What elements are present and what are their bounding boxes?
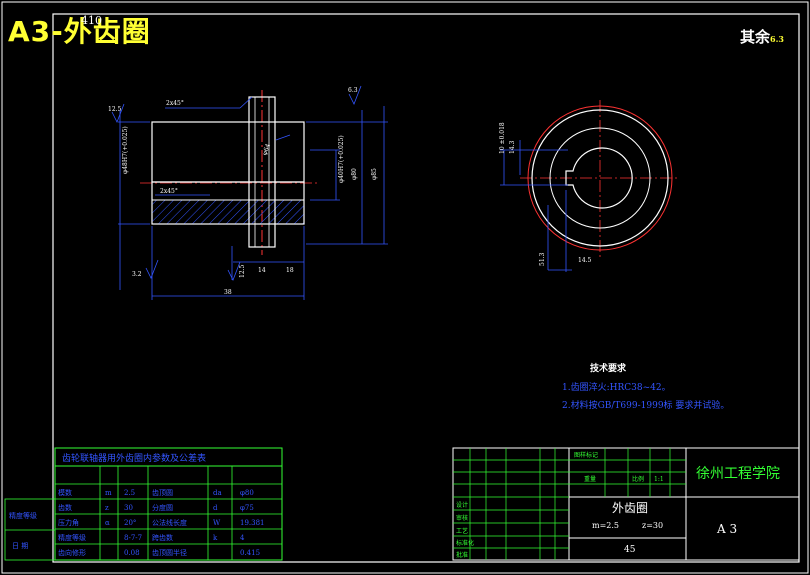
param-row-4-c3: 齿顶圆半径 xyxy=(152,548,187,557)
front-rough-bottom-mid: 12.5 xyxy=(239,264,246,278)
front-rough-left: 12.5 xyxy=(108,106,122,113)
param-row-2-c4: W xyxy=(213,519,221,527)
front-dim-bottom-1: 14 xyxy=(258,267,266,274)
outer-frame xyxy=(1,1,809,574)
title-block: 图样标记 重量 比例 1:1 设计 审核 工艺 标准化 批准 徐州工程学院 外齿… xyxy=(452,447,800,561)
front-rough-bottom-left: 3.2 xyxy=(132,271,142,278)
front-chamfer-top: 2x45° xyxy=(166,100,184,107)
tb-left-3: 标准化 xyxy=(456,539,474,547)
param-table: 齿轮联轴器用外齿圈内参数及公差表 模数 m 2.5 齿顶圆 da φ80 齿数 … xyxy=(4,447,283,561)
param-row-0-c2: 2.5 xyxy=(124,489,135,497)
param-row-4-c0: 齿向修形 xyxy=(58,548,86,557)
rest-label-text: 其余 xyxy=(740,28,771,46)
side-dim-keyway-width: 14.5 xyxy=(578,257,592,264)
tb-part-name: 外齿圈 xyxy=(612,501,648,515)
param-row-0-c5: φ80 xyxy=(240,489,254,497)
tb-header-3: 1:1 xyxy=(654,476,664,483)
tb-paper-size: A 3 xyxy=(716,522,737,536)
side-dim-keyway-depth: 51.3 xyxy=(539,252,546,266)
param-row-4-c5: 0.415 xyxy=(240,549,260,557)
front-chamfer-inner: 2x45° xyxy=(160,188,178,195)
param-row-0-c0: 模数 xyxy=(58,488,72,497)
param-side-label-1: 日 期 xyxy=(12,542,28,550)
front-dim-center: φ64 xyxy=(261,143,272,157)
tb-left-2: 工艺 xyxy=(456,527,468,535)
sheet-code: 410 xyxy=(81,14,102,27)
param-row-3-c2: 8-7-7 xyxy=(124,534,142,542)
param-row-0-c3: 齿顶圆 xyxy=(152,489,173,497)
tech-title: 技术要求 xyxy=(590,362,627,374)
side-dim-left-2: 14.3 xyxy=(509,140,516,154)
inner-frame xyxy=(52,13,800,563)
tb-header-1: 重量 xyxy=(584,475,596,483)
tb-header-0: 图样标记 xyxy=(574,451,598,459)
param-row-1-c1: z xyxy=(105,504,109,512)
tb-left-0: 设计 xyxy=(456,501,468,509)
front-body-upper xyxy=(151,121,305,183)
drawing-canvas: 2x45° 2x45° 12.5 6.3 3.2 12.5 14 18 38 φ… xyxy=(1,1,809,574)
front-rough-right: 6.3 xyxy=(348,87,358,94)
param-row-3-c4: k xyxy=(213,534,218,542)
param-row-3-c0: 精度等级 xyxy=(58,533,86,542)
param-row-1-c5: φ75 xyxy=(240,504,254,512)
param-row-1-c0: 齿数 xyxy=(58,503,72,512)
side-view: 10 ±0.018 14.3 51.3 14.5 xyxy=(499,100,680,272)
front-hatch xyxy=(151,199,305,225)
front-dim-total-width: 38 xyxy=(224,289,232,296)
front-dim-od-2: φ85 xyxy=(371,168,378,180)
rest-roughness-label: 其余6.3 xyxy=(740,26,784,47)
param-row-1-c4: d xyxy=(213,504,218,512)
param-row-4-c2: 0.08 xyxy=(124,549,140,557)
tb-left-1: 审核 xyxy=(456,514,468,522)
front-dim-od-1: φ80 xyxy=(351,168,358,180)
overlay-title: A3-外齿圈 xyxy=(8,15,151,48)
tb-school: 徐州工程学院 xyxy=(696,466,780,482)
param-row-0-c1: m xyxy=(105,489,112,497)
param-row-2-c3: 公法线长度 xyxy=(152,518,187,527)
param-row-3-c3: 跨齿数 xyxy=(152,533,173,542)
param-row-2-c1: α xyxy=(105,519,110,527)
tb-left-4: 批准 xyxy=(456,551,468,559)
tb-header-2: 比例 xyxy=(632,475,644,483)
front-dim-right-bore: φ40H7(+0.025) xyxy=(338,135,345,183)
param-row-0-c4: da xyxy=(213,489,222,497)
param-row-2-c0: 压力角 xyxy=(58,518,79,527)
param-row-3-c5: 4 xyxy=(240,534,245,542)
param-row-1-c2: 30 xyxy=(124,504,133,512)
param-row-1-c3: 分度圆 xyxy=(152,503,173,512)
tb-module: m=2.5 xyxy=(592,521,619,530)
tech-item-1: 1.齿圈淬火:HRC38~42。 xyxy=(562,381,671,393)
side-dim-left-1: 10 ±0.018 xyxy=(499,122,506,154)
param-table-title: 齿轮联轴器用外齿圈内参数及公差表 xyxy=(62,452,206,464)
tech-item-2: 2.材料按GB/T699-1999标 要求并试验。 xyxy=(562,399,729,411)
rest-roughness-value: 6.3 xyxy=(770,34,784,44)
front-view: 2x45° 2x45° 12.5 6.3 3.2 12.5 14 18 38 φ… xyxy=(108,85,388,300)
tb-material: 45 xyxy=(624,545,636,555)
tech-requirements: 技术要求 1.齿圈淬火:HRC38~42。 2.材料按GB/T699-1999标… xyxy=(562,362,729,411)
front-dim-bottom-2: 18 xyxy=(286,267,294,274)
front-dim-left-bore: φ48H7(+0.025) xyxy=(122,126,129,174)
param-row-2-c2: 20° xyxy=(124,519,136,527)
tb-teeth: z=30 xyxy=(642,521,663,530)
param-side-label-0: 精度等级 xyxy=(9,511,37,520)
param-row-2-c5: 19.381 xyxy=(240,519,265,527)
